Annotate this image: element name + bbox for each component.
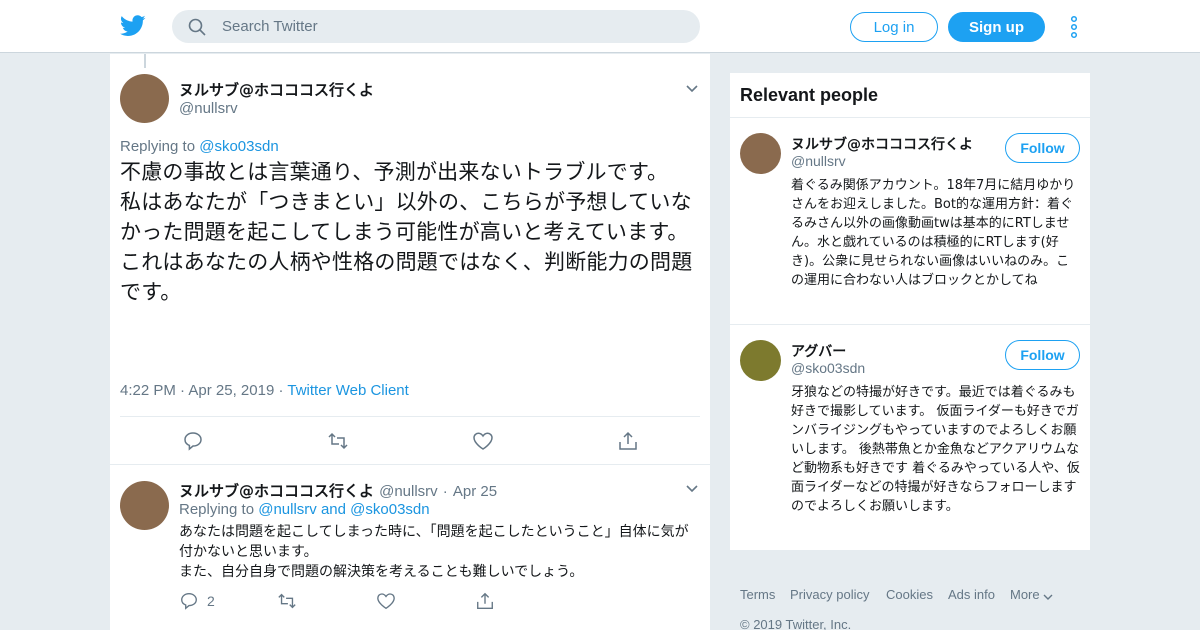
chevron-down-icon [1043,594,1053,600]
footer-cookies[interactable]: Cookies [886,587,933,602]
footer-ads-info[interactable]: Ads info [948,587,995,602]
footer-terms[interactable]: Terms [740,587,775,602]
twitter-bird-icon[interactable] [120,14,146,38]
reply-icon[interactable] [179,591,199,611]
more-vertical-icon[interactable] [1066,14,1082,40]
tweet-separator [110,464,710,465]
footer-privacy[interactable]: Privacy policy [790,587,869,602]
footer-more-label: More [1010,587,1040,602]
timeline-column: ヌルサブ@ホコココス行くよ @nullsrv Replying to @sko0… [110,54,710,630]
person-name[interactable]: アグバー [791,341,846,361]
reply-header: ヌルサブ@ホコココス行くよ @nullsrv · Apr 25 [179,480,497,501]
avatar[interactable] [120,74,169,123]
person-card: ヌルサブ@ホコココス行くよ @nullsrv Follow 着ぐるみ関係アカウン… [730,118,1090,324]
search-box[interactable] [172,10,700,43]
reply-icon[interactable] [182,430,204,452]
avatar[interactable] [120,481,169,530]
retweet-icon[interactable] [277,591,297,611]
tweet-text-line: 不慮の事故とは言葉通り、予測が出来ないトラブルです。 [120,160,669,184]
person-card: アグバー @sko03sdn Follow 牙狼などの特撮が好きです。最近では着… [730,325,1090,550]
person-name[interactable]: ヌルサブ@ホコココス行くよ [791,134,973,154]
avatar[interactable] [740,340,781,381]
meta-separator: · [180,382,186,399]
chevron-down-icon[interactable] [685,84,699,94]
follow-button[interactable]: Follow [1005,133,1080,163]
replying-prefix: Replying to [179,501,255,518]
avatar[interactable] [740,133,781,174]
replying-prefix: Replying to [120,138,196,155]
tweet-client[interactable]: Twitter Web Client [287,382,408,399]
tweet-time[interactable]: 4:22 PM [120,382,176,399]
replying-and: and [320,501,346,518]
tweet-text-line: また、自分自身で問題の解決策を考えることも難しいでしょう。 [179,564,584,580]
author-handle[interactable]: @nullsrv [179,100,238,117]
retweet-icon[interactable] [327,430,349,452]
follow-button[interactable]: Follow [1005,340,1080,370]
search-icon [188,18,206,36]
tweet-text-line: これはあなたの人柄や性格の問題ではなく、判断能力の問題です。 [120,250,693,304]
footer-copyright: © 2019 Twitter, Inc. [740,617,852,630]
search-input[interactable] [222,10,682,43]
replying-to-link[interactable]: @sko03sdn [350,501,429,518]
meta-separator: · [442,483,448,500]
share-icon[interactable] [475,591,495,611]
share-icon[interactable] [617,430,639,452]
person-bio: 牙狼などの特撮が好きです。最近では着ぐるみも好きで撮影しています。 仮面ライダー… [791,385,1080,514]
signup-button[interactable]: Sign up [948,12,1045,42]
login-button[interactable]: Log in [850,12,938,42]
author-name[interactable]: ヌルサブ@ホコココス行くよ [179,79,374,100]
heart-icon[interactable] [376,591,396,611]
reply-count: 2 [207,593,215,609]
replying-to-link[interactable]: @nullsrv [258,501,317,518]
chevron-down-icon[interactable] [685,484,699,494]
meta-separator: · [278,382,284,399]
tweet-date[interactable]: Apr 25, 2019 [188,382,274,399]
tweet-text: 不慮の事故とは言葉通り、予測が出来ないトラブルです。 私はあなたが「つきまとい」… [120,157,700,307]
person-bio: 着ぐるみ関係アカウント。18年7月に結月ゆかりさんをお迎えしました。Bot的な運… [791,178,1076,288]
top-nav: Log in Sign up [0,0,1200,53]
replying-to: Replying to @sko03sdn [120,138,279,155]
tweet-text: あなたは問題を起こしてしまった時に、「問題を起こしたということ」自体に気が付かな… [179,522,699,582]
replying-to-link[interactable]: @sko03sdn [199,138,278,155]
thread-connector-line [144,54,146,68]
footer-more[interactable]: More [1010,587,1053,602]
panel-title: Relevant people [740,85,879,105]
replying-to: Replying to @nullsrv and @sko03sdn [179,501,430,518]
heart-icon[interactable] [472,430,494,452]
relevant-people-panel: Relevant people ヌルサブ@ホコココス行くよ @nullsrv F… [730,73,1090,550]
person-handle[interactable]: @sko03sdn [791,360,865,376]
author-name[interactable]: ヌルサブ@ホコココス行くよ [179,482,374,500]
tweet-date[interactable]: Apr 25 [453,483,497,500]
author-handle[interactable]: @nullsrv [379,483,438,500]
tweet-text-line: あなたは問題を起こしてしまった時に、「問題を起こしたということ」自体に気が付かな… [179,524,689,560]
divider [120,416,700,417]
tweet-metadata: 4:22 PM · Apr 25, 2019 · Twitter Web Cli… [120,382,409,399]
tweet-text-line: 私はあなたが「つきまとい」以外の、こちらが予想していなかった問題を起こしてしまう… [120,190,692,244]
person-handle[interactable]: @nullsrv [791,153,846,169]
